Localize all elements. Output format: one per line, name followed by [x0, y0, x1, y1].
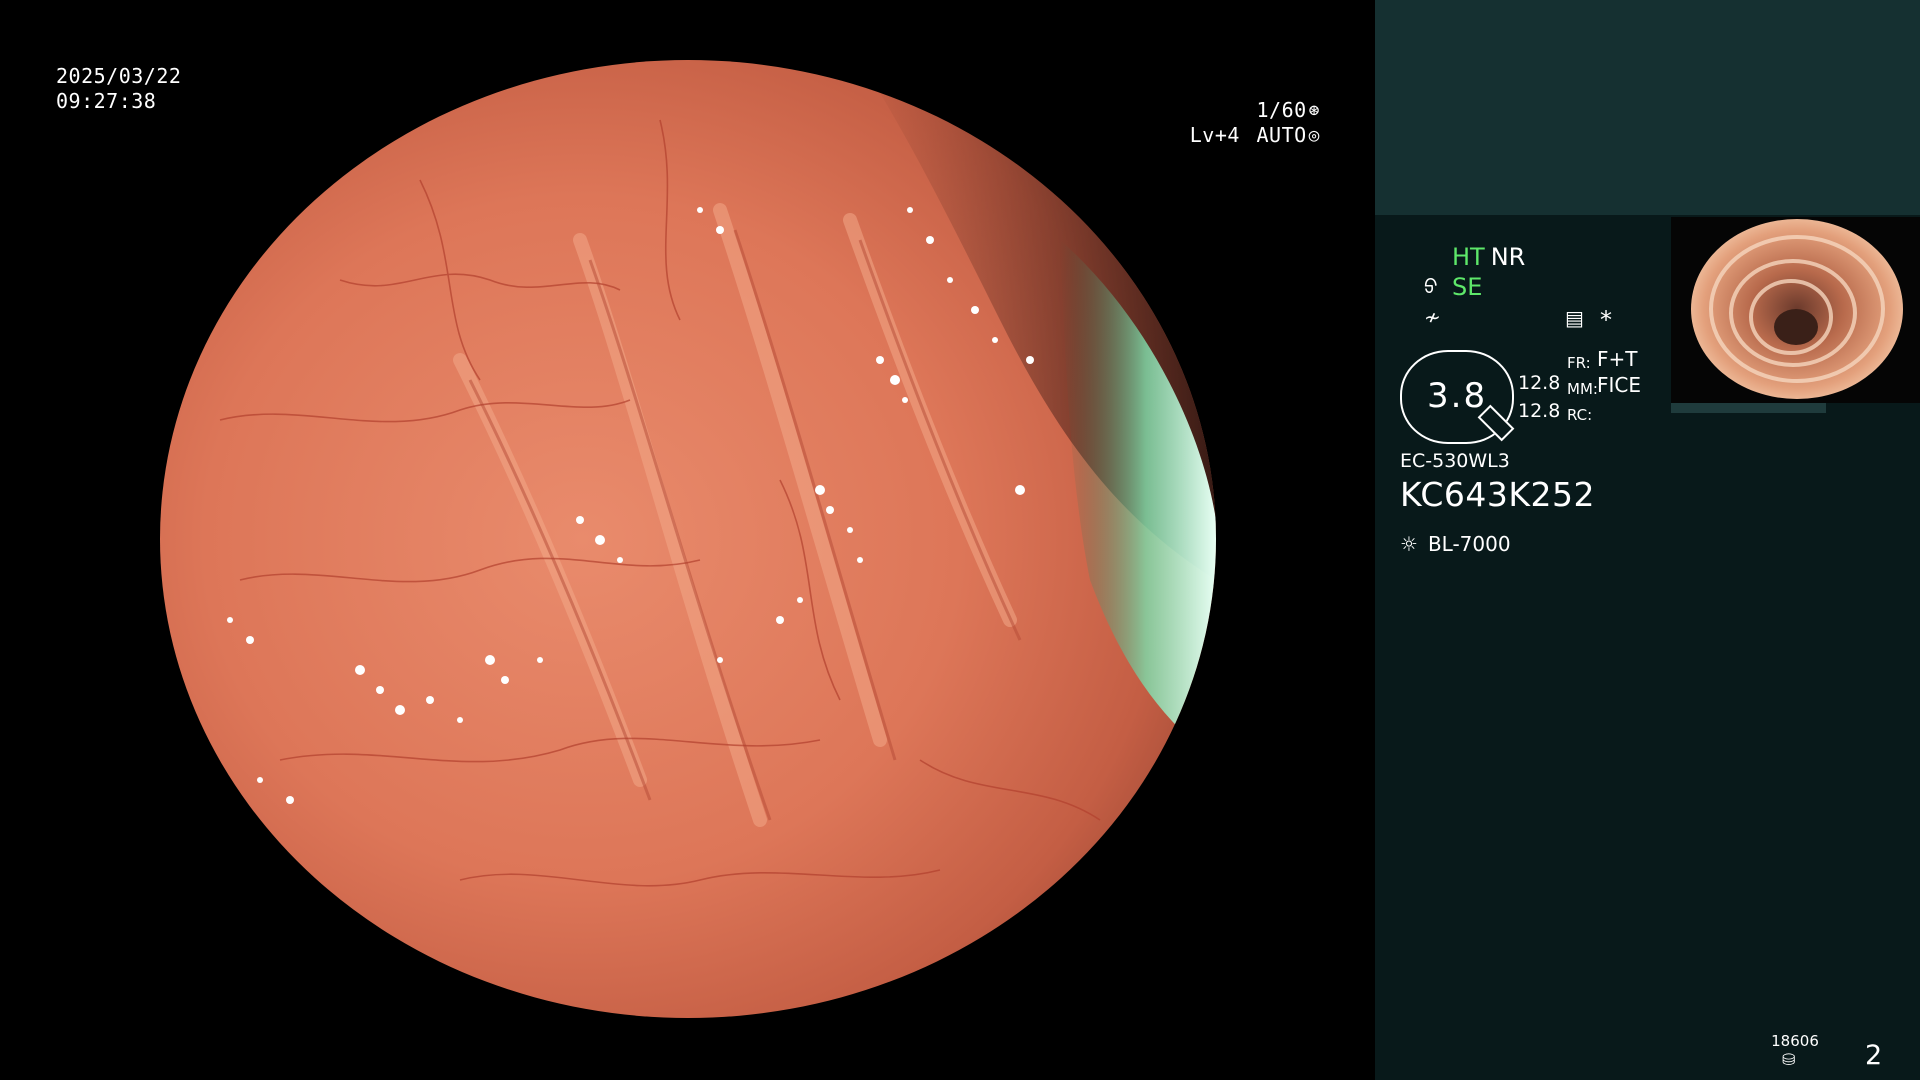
light-source: ☼ BL-7000: [1400, 532, 1511, 556]
measure-values: 12.8 12.8: [1518, 369, 1560, 425]
datetime-display: 2025/03/22 09:27:38: [56, 64, 181, 114]
auto-iris-icon: ◎: [1308, 125, 1320, 146]
mm-value: FICE: [1597, 373, 1642, 397]
parameter-labels: FR: MM: RC:: [1567, 350, 1598, 428]
ht-label: HT: [1452, 243, 1485, 271]
lamp-icon: ☼: [1400, 532, 1418, 556]
nr-label: NR: [1490, 243, 1526, 271]
se-label: SE: [1452, 273, 1483, 301]
color-enhance-icon: ≁: [1424, 305, 1441, 329]
thumbnail-caption-bar: [1671, 403, 1826, 413]
exposure-info: 1/60 ⊛ Lv+4 AUTO ◎: [1190, 98, 1320, 148]
date-text: 2025/03/22: [56, 64, 182, 88]
settings-list-icon: ▤: [1565, 306, 1584, 330]
asterisk-icon: *: [1600, 306, 1612, 334]
time-text: 09:27:38: [56, 89, 157, 113]
scope-model: EC-530WL3: [1400, 450, 1510, 472]
aperture-icon: ⊛: [1308, 100, 1320, 121]
image-counter: 18606: [1771, 1032, 1819, 1050]
level-text: Lv+4: [1189, 123, 1240, 147]
shutter-text: 1/60: [1256, 98, 1307, 122]
page-number: 2: [1865, 1040, 1883, 1071]
mode-text: AUTO: [1256, 123, 1307, 147]
info-panel: HT NR ᢒ SE ≁ ▤ * 3.8 12.8 12.8 FR: MM: R…: [1375, 0, 1920, 1080]
structure-enhance-icon: ᢒ: [1424, 275, 1438, 299]
value-bottom: 12.8: [1518, 400, 1561, 422]
scope-serial: KC643K252: [1400, 475, 1595, 514]
value-top: 12.8: [1518, 372, 1561, 394]
storage-disk-icon: ⛁: [1782, 1050, 1796, 1069]
fr-label: FR:: [1567, 354, 1591, 372]
endoscope-image: [160, 60, 1216, 1018]
processing-modes: HT NR ᢒ SE ≁: [1424, 242, 1525, 332]
rc-label: RC:: [1567, 406, 1593, 424]
fr-value: F+T: [1597, 347, 1638, 371]
captured-thumbnail[interactable]: [1671, 217, 1920, 403]
thumbnail-image: [1691, 219, 1903, 399]
panel-header-area: [1375, 0, 1920, 215]
light-source-text: BL-7000: [1427, 532, 1511, 556]
zoom-value: 3.8: [1427, 376, 1488, 416]
mm-label: MM:: [1567, 380, 1598, 398]
endoscope-view: [160, 60, 1216, 1018]
parameter-values: F+T FICE: [1597, 346, 1641, 398]
